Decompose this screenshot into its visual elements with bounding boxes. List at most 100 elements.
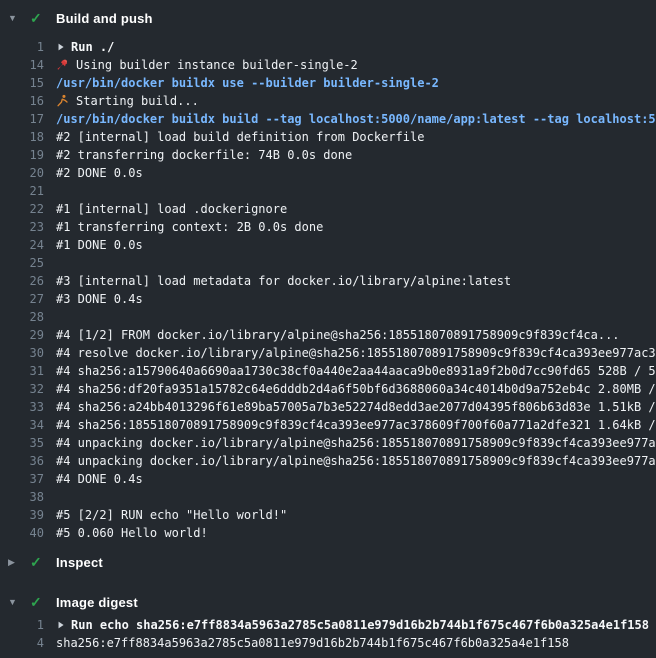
line-number[interactable]: 32	[0, 380, 44, 398]
line-number[interactable]: 24	[0, 236, 44, 254]
line-text-content: Run ./	[71, 40, 114, 54]
line-number[interactable]: 31	[0, 362, 44, 380]
line-text: #1 DONE 0.0s	[56, 236, 656, 254]
line-text-content: /usr/bin/docker buildx build --tag local…	[56, 112, 656, 126]
log-line: 19 #2 transferring dockerfile: 74B 0.0s …	[0, 146, 656, 164]
line-number[interactable]: 21	[0, 182, 44, 200]
log-line: 4 sha256:e7ff8834a5963a2785c5a0811e979d1…	[0, 634, 656, 652]
line-number[interactable]: 1	[0, 616, 44, 634]
line-number[interactable]: 4	[0, 634, 44, 652]
log-line: 37 #4 DONE 0.4s	[0, 470, 656, 488]
line-text-content: #3 [internal] load metadata for docker.i…	[56, 274, 511, 288]
line-number[interactable]: 22	[0, 200, 44, 218]
section-header[interactable]: ▼ ✓ Image digest	[0, 590, 656, 614]
log-section: ▼ ✓ Image digest 1 Run echo sha256:e7ff8…	[0, 590, 656, 652]
line-text: Run echo sha256:e7ff8834a5963a2785c5a081…	[56, 616, 656, 634]
log-line: 32 #4 sha256:df20fa9351a15782c64e6dddb2d…	[0, 380, 656, 398]
line-text	[56, 308, 656, 326]
runner-icon	[56, 92, 69, 110]
line-text: Starting build...	[56, 92, 656, 110]
run-icon[interactable]	[56, 38, 65, 56]
chevron-icon: ▼	[8, 598, 24, 607]
line-text	[56, 488, 656, 506]
log-line: 28	[0, 308, 656, 326]
line-text: #3 DONE 0.4s	[56, 290, 656, 308]
line-number[interactable]: 35	[0, 434, 44, 452]
log-line: 1 Run echo sha256:e7ff8834a5963a2785c5a0…	[0, 616, 656, 634]
line-text: sha256:e7ff8834a5963a2785c5a0811e979d16b…	[56, 634, 656, 652]
line-text: #1 transferring context: 2B 0.0s done	[56, 218, 656, 236]
line-text: #5 0.060 Hello world!	[56, 524, 656, 542]
line-number[interactable]: 23	[0, 218, 44, 236]
line-number[interactable]: 16	[0, 92, 44, 110]
log-line: 25	[0, 254, 656, 272]
line-text-content: #1 DONE 0.0s	[56, 238, 143, 252]
log-line: 20 #2 DONE 0.0s	[0, 164, 656, 182]
section-lines: 1 Run echo sha256:e7ff8834a5963a2785c5a0…	[0, 616, 656, 652]
line-text	[56, 182, 656, 200]
line-number[interactable]: 27	[0, 290, 44, 308]
line-number[interactable]: 40	[0, 524, 44, 542]
run-icon[interactable]	[56, 616, 65, 634]
line-number[interactable]: 1	[0, 38, 44, 56]
section-header[interactable]: ▶ ✓ Inspect	[0, 550, 656, 574]
line-text: #4 resolve docker.io/library/alpine@sha2…	[56, 344, 656, 362]
line-number[interactable]: 17	[0, 110, 44, 128]
log-line: 34 #4 sha256:185518070891758909c9f839cf4…	[0, 416, 656, 434]
line-text-content: #4 resolve docker.io/library/alpine@sha2…	[56, 346, 656, 360]
line-text: #2 DONE 0.0s	[56, 164, 656, 182]
line-number[interactable]: 36	[0, 452, 44, 470]
line-text	[56, 254, 656, 272]
log-line: 27 #3 DONE 0.4s	[0, 290, 656, 308]
line-text: #3 [internal] load metadata for docker.i…	[56, 272, 656, 290]
line-text-content: /usr/bin/docker buildx use --builder bui…	[56, 76, 439, 90]
line-text-content: Run echo sha256:e7ff8834a5963a2785c5a081…	[71, 618, 649, 632]
line-text: #4 unpacking docker.io/library/alpine@sh…	[56, 452, 656, 470]
line-text-content: Starting build...	[76, 94, 199, 108]
line-text-content: Using builder instance builder-single-2	[76, 58, 358, 72]
log-line: 29 #4 [1/2] FROM docker.io/library/alpin…	[0, 326, 656, 344]
line-number[interactable]: 38	[0, 488, 44, 506]
line-number[interactable]: 37	[0, 470, 44, 488]
log-section: ▶ ✓ Inspect	[0, 550, 656, 574]
line-number[interactable]: 20	[0, 164, 44, 182]
line-number[interactable]: 18	[0, 128, 44, 146]
line-text-content: #2 DONE 0.0s	[56, 166, 143, 180]
line-text: #4 sha256:a24bb4013296f61e89ba57005a7b3e…	[56, 398, 656, 416]
log-line: 40 #5 0.060 Hello world!	[0, 524, 656, 542]
line-text: #2 [internal] load build definition from…	[56, 128, 656, 146]
line-text-content: #4 DONE 0.4s	[56, 472, 143, 486]
line-number[interactable]: 34	[0, 416, 44, 434]
section-header[interactable]: ▼ ✓ Build and push	[0, 6, 656, 30]
section-title: Inspect	[56, 555, 103, 570]
log-line: 16 Starting build...	[0, 92, 656, 110]
success-check-icon: ✓	[30, 555, 46, 569]
line-number[interactable]: 39	[0, 506, 44, 524]
line-number[interactable]: 15	[0, 74, 44, 92]
log-line: 17 /usr/bin/docker buildx build --tag lo…	[0, 110, 656, 128]
line-number[interactable]: 14	[0, 56, 44, 74]
log-line: 39 #5 [2/2] RUN echo "Hello world!"	[0, 506, 656, 524]
section-lines: 1 Run ./ 14 Using builder instance build…	[0, 38, 656, 542]
line-text: #4 sha256:df20fa9351a15782c64e6dddb2d4a6…	[56, 380, 656, 398]
line-number[interactable]: 28	[0, 308, 44, 326]
line-number[interactable]: 30	[0, 344, 44, 362]
line-number[interactable]: 19	[0, 146, 44, 164]
line-text: #4 sha256:185518070891758909c9f839cf4ca3…	[56, 416, 656, 434]
log-section: ▼ ✓ Build and push 1 Run ./ 14 Using bui…	[0, 6, 656, 542]
line-text-content: #5 [2/2] RUN echo "Hello world!"	[56, 508, 287, 522]
line-number[interactable]: 33	[0, 398, 44, 416]
line-text-content: #4 [1/2] FROM docker.io/library/alpine@s…	[56, 328, 620, 342]
line-text: #2 transferring dockerfile: 74B 0.0s don…	[56, 146, 656, 164]
line-number[interactable]: 25	[0, 254, 44, 272]
log-line: 22 #1 [internal] load .dockerignore	[0, 200, 656, 218]
line-text-content: #4 sha256:a15790640a6690aa1730c38cf0a440…	[56, 364, 656, 378]
line-number[interactable]: 29	[0, 326, 44, 344]
log-line: 33 #4 sha256:a24bb4013296f61e89ba57005a7…	[0, 398, 656, 416]
log-line: 31 #4 sha256:a15790640a6690aa1730c38cf0a…	[0, 362, 656, 380]
line-text: /usr/bin/docker buildx build --tag local…	[56, 110, 656, 128]
line-text-content: sha256:e7ff8834a5963a2785c5a0811e979d16b…	[56, 636, 569, 650]
line-text: #5 [2/2] RUN echo "Hello world!"	[56, 506, 656, 524]
line-text-content: #2 transferring dockerfile: 74B 0.0s don…	[56, 148, 352, 162]
line-number[interactable]: 26	[0, 272, 44, 290]
